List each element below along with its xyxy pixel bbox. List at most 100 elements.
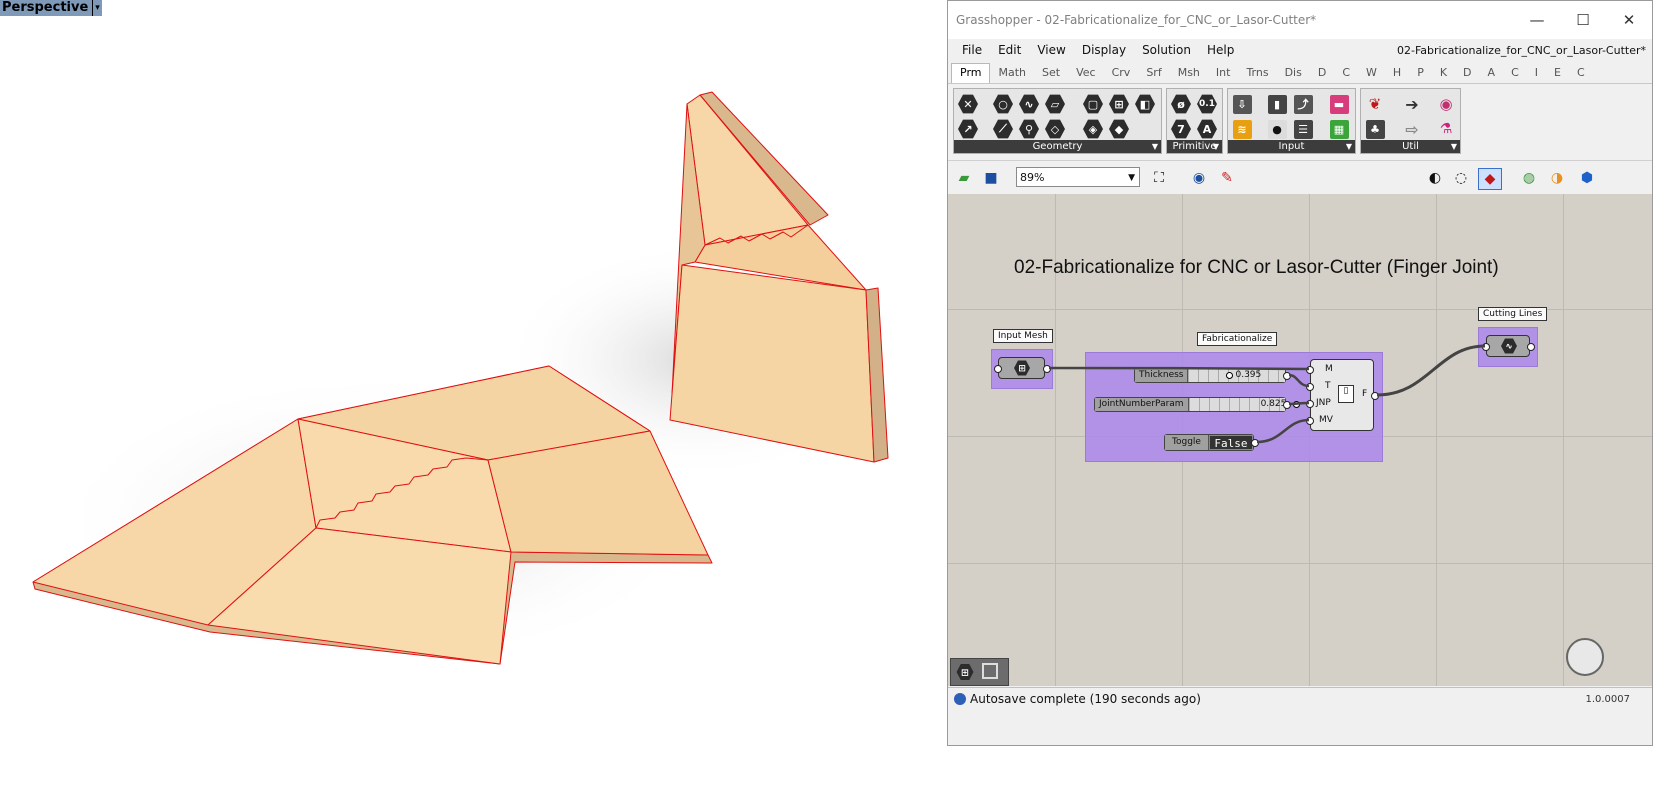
button-param-icon[interactable]: ● xyxy=(1266,118,1288,140)
flask-icon[interactable]: ⚗ xyxy=(1435,118,1457,140)
curve-param-icon[interactable]: ∿ xyxy=(1018,93,1040,115)
model-scene[interactable] xyxy=(0,0,947,786)
menu-display[interactable]: Display xyxy=(1074,43,1134,57)
panel-expand-icon[interactable]: ▼ xyxy=(1213,140,1219,153)
selected-only-icon[interactable]: ◍ xyxy=(1518,168,1540,188)
box-param-icon[interactable]: ▢ xyxy=(1082,93,1104,115)
canvas-toolbar: ▰ ■ 89% ▼ ⛶ ◉ ✎ ◐ ◌ ◆ ◍ ◑ ⬢ xyxy=(948,160,1652,196)
compass-widget-icon[interactable] xyxy=(1566,638,1604,676)
plane-param-icon[interactable]: ⚲ xyxy=(1018,118,1040,140)
panel-expand-icon[interactable]: ▼ xyxy=(1346,140,1352,153)
zoom-dropdown[interactable]: 89% ▼ xyxy=(1016,167,1140,187)
tab-plugin[interactable]: I xyxy=(1527,64,1546,83)
tab-plugin[interactable]: W xyxy=(1358,64,1385,83)
field-param-icon[interactable]: ◆ xyxy=(1108,118,1130,140)
panel-util-label[interactable]: Util ▼ xyxy=(1361,140,1460,153)
title-bar: Grasshopper - 02-Fabricationalize_for_CN… xyxy=(948,1,1652,39)
wireframe-icon[interactable]: ◌ xyxy=(1450,168,1472,188)
gradient-icon[interactable]: ≋ xyxy=(1231,118,1253,140)
wire xyxy=(1048,366,1310,371)
tab-plugin[interactable]: C xyxy=(1334,64,1358,83)
menu-file[interactable]: File xyxy=(954,43,990,57)
tab-plugin[interactable]: K xyxy=(1432,64,1455,83)
number-param-icon[interactable]: 0.1 xyxy=(1196,93,1218,115)
wire xyxy=(1288,401,1310,406)
tab-plugin[interactable]: D xyxy=(1310,64,1334,83)
tab-plugin[interactable]: H xyxy=(1385,64,1409,83)
tab-params[interactable]: Prm xyxy=(951,63,991,83)
tab-plugin[interactable]: A xyxy=(1480,64,1504,83)
tab-vector[interactable]: Vec xyxy=(1068,64,1104,83)
minimize-button[interactable]: — xyxy=(1514,11,1560,29)
tab-plugin[interactable]: C xyxy=(1503,64,1527,83)
tab-curve[interactable]: Crv xyxy=(1104,64,1139,83)
panel-expand-icon[interactable]: ▼ xyxy=(1451,140,1457,153)
mesh-param-icon[interactable]: ⊞ xyxy=(1108,93,1130,115)
menu-view[interactable]: View xyxy=(1029,43,1073,57)
panel-util: ❦ ♣ ➔ ⇨ ◉ ⚗ Util ▼ xyxy=(1360,88,1461,154)
graph-mapper-icon[interactable]: ⤴ xyxy=(1292,93,1314,115)
menu-bar: File Edit View Display Solution Help 02-… xyxy=(948,39,1652,61)
tab-plugin[interactable]: C xyxy=(1569,64,1593,83)
tab-sets[interactable]: Set xyxy=(1034,64,1068,83)
vector-param-icon[interactable]: ↗ xyxy=(957,118,979,140)
sketch-icon[interactable]: ✎ xyxy=(1216,168,1238,188)
tab-display[interactable]: Dis xyxy=(1277,64,1310,83)
boolean-param-icon[interactable]: ø xyxy=(1170,93,1192,115)
cluster-icon[interactable]: ◉ xyxy=(1435,93,1457,115)
geometry-param-icon[interactable]: ◈ xyxy=(1082,118,1104,140)
arrow-outline-icon[interactable]: ⇨ xyxy=(1401,118,1423,140)
tab-plugin[interactable]: P xyxy=(1409,64,1432,83)
tab-plugin[interactable]: D xyxy=(1455,64,1479,83)
wire xyxy=(1376,344,1486,397)
version-label: 1.0.0007 xyxy=(1585,693,1630,705)
tab-maths[interactable]: Math xyxy=(990,64,1034,83)
panel-input-label[interactable]: Input ▼ xyxy=(1228,140,1355,153)
tab-plugin[interactable]: E xyxy=(1546,64,1569,83)
rhino-viewport[interactable]: Perspective ▾ xyxy=(0,0,947,786)
mesh-widget-icon[interactable]: ⊞ xyxy=(956,664,974,680)
cherry-icon[interactable]: ❦ xyxy=(1364,93,1386,115)
save-file-icon[interactable]: ■ xyxy=(980,168,1002,188)
arrow-right-icon[interactable]: ➔ xyxy=(1401,93,1423,115)
maximize-button[interactable]: ☐ xyxy=(1560,11,1606,29)
tab-transform[interactable]: Trns xyxy=(1238,64,1276,83)
menu-solution[interactable]: Solution xyxy=(1134,43,1199,57)
toggle-param-icon[interactable]: ▮ xyxy=(1266,93,1288,115)
text-param-icon[interactable]: A xyxy=(1196,118,1218,140)
preview-color-icon[interactable]: ◑ xyxy=(1546,168,1568,188)
mesh-settings-icon[interactable]: ⬢ xyxy=(1576,168,1598,188)
gh-canvas[interactable]: 02-Fabricationalize for CNC or Lasor-Cut… xyxy=(948,194,1652,686)
viewport-menu-arrow-icon[interactable]: ▾ xyxy=(92,0,100,16)
tab-mesh[interactable]: Msh xyxy=(1170,64,1208,83)
tab-intersect[interactable]: Int xyxy=(1208,64,1239,83)
surface-param-icon[interactable]: ▱ xyxy=(1044,93,1066,115)
tree-icon[interactable]: ♣ xyxy=(1364,118,1386,140)
swatch-icon[interactable]: ▬ xyxy=(1328,93,1350,115)
panel-primitive-label[interactable]: Primitive ▼ xyxy=(1167,140,1222,153)
matrix-icon[interactable]: ▦ xyxy=(1328,118,1350,140)
brep-param-icon[interactable]: ◧ xyxy=(1134,93,1156,115)
open-file-icon[interactable]: ▰ xyxy=(953,168,975,188)
window-title: Grasshopper - 02-Fabricationalize_for_CN… xyxy=(956,13,1317,27)
panel-geometry-label[interactable]: Geometry ▼ xyxy=(954,140,1161,153)
frame-widget-icon[interactable] xyxy=(982,663,998,679)
integer-param-icon[interactable]: 7 xyxy=(1170,118,1192,140)
import-icon[interactable]: ⇩ xyxy=(1231,93,1253,115)
value-list-icon[interactable]: ☰ xyxy=(1292,118,1314,140)
zoom-extents-icon[interactable]: ⛶ xyxy=(1148,168,1170,188)
shaded-preview-icon[interactable]: ◆ xyxy=(1478,168,1502,190)
menu-edit[interactable]: Edit xyxy=(990,43,1029,57)
panel-expand-icon[interactable]: ▼ xyxy=(1152,140,1158,153)
line-param-icon[interactable]: ⟋ xyxy=(992,118,1014,140)
tab-surface[interactable]: Srf xyxy=(1138,64,1169,83)
group-param-icon[interactable]: ◇ xyxy=(1044,118,1066,140)
close-button[interactable]: ✕ xyxy=(1606,11,1652,29)
circle-param-icon[interactable]: ○ xyxy=(992,93,1014,115)
preview-eye-icon[interactable]: ◉ xyxy=(1188,168,1210,188)
panel-geometry-title: Geometry xyxy=(1032,141,1083,152)
menu-help[interactable]: Help xyxy=(1199,43,1242,57)
preview-off-icon[interactable]: ◐ xyxy=(1424,168,1446,188)
viewport-label[interactable]: Perspective ▾ xyxy=(0,0,102,16)
point-param-icon[interactable]: ✕ xyxy=(957,93,979,115)
